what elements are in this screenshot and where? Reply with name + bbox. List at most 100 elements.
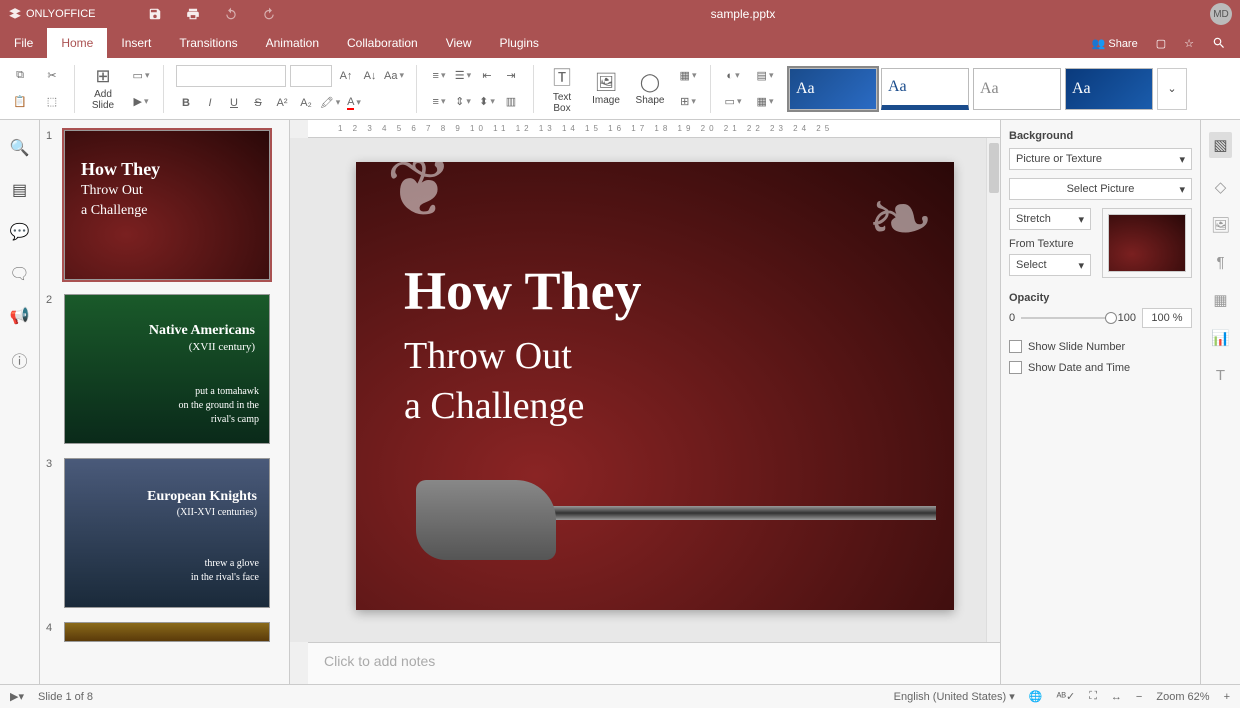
- select-picture-button[interactable]: Select Picture▾: [1009, 178, 1192, 200]
- opacity-input[interactable]: 100 %: [1142, 308, 1192, 328]
- set-language-icon[interactable]: 🌐: [1029, 690, 1043, 703]
- italic-icon[interactable]: I: [200, 93, 220, 113]
- undo-icon[interactable]: [224, 7, 238, 21]
- tab-transitions[interactable]: Transitions: [165, 28, 251, 58]
- text-box-button[interactable]: 🅃 Text Box: [542, 65, 582, 113]
- theme-more[interactable]: ⌄: [1157, 68, 1187, 110]
- chart-settings-icon[interactable]: 📊: [1211, 329, 1230, 347]
- underline-icon[interactable]: U: [224, 93, 244, 113]
- align-objects-icon[interactable]: ⊞: [678, 92, 698, 112]
- slide-canvas[interactable]: ❦ ❧ How They Throw Out a Challenge: [356, 162, 954, 610]
- shape-fill-icon[interactable]: ◐: [723, 66, 743, 86]
- align-left-icon[interactable]: ≡: [429, 92, 449, 112]
- add-slide-button[interactable]: ⊞ Add Slide: [83, 65, 123, 113]
- copy-icon[interactable]: ⧉: [10, 66, 30, 86]
- cut-icon[interactable]: ✂: [42, 66, 62, 86]
- tab-view[interactable]: View: [432, 28, 486, 58]
- feedback-icon[interactable]: 📢: [10, 306, 30, 326]
- theme-4[interactable]: Aa: [1065, 68, 1153, 110]
- textart-settings-icon[interactable]: T: [1216, 367, 1225, 384]
- comments-icon[interactable]: 💬: [10, 222, 30, 242]
- opacity-slider[interactable]: [1021, 317, 1112, 319]
- canvas-scroll[interactable]: ❦ ❧ How They Throw Out a Challenge: [290, 138, 1000, 642]
- superscript-icon[interactable]: A²: [272, 93, 292, 113]
- table-settings-icon[interactable]: ▦: [1213, 291, 1227, 309]
- zoom-out-icon[interactable]: −: [1136, 691, 1142, 703]
- layout-icon[interactable]: ▭: [131, 66, 151, 86]
- increase-font-icon[interactable]: A↑: [336, 66, 356, 86]
- tab-plugins[interactable]: Plugins: [486, 28, 553, 58]
- fill-type-select[interactable]: Picture or Texture▾: [1009, 148, 1192, 170]
- font-size-select[interactable]: [290, 65, 332, 87]
- indent-dec-icon[interactable]: ⇤: [477, 66, 497, 86]
- fit-page-icon[interactable]: ⛶: [1089, 690, 1097, 703]
- slide-title-line1[interactable]: How They: [404, 260, 642, 322]
- find-icon[interactable]: 🔍: [10, 138, 30, 158]
- open-location-icon[interactable]: ▢: [1156, 37, 1166, 50]
- arrange-icon[interactable]: ▦: [678, 66, 698, 86]
- tab-insert[interactable]: Insert: [107, 28, 165, 58]
- line-spacing-icon[interactable]: ⇕: [453, 92, 473, 112]
- stretch-select[interactable]: Stretch▾: [1009, 208, 1091, 230]
- slide-settings-icon[interactable]: ▧: [1209, 132, 1231, 158]
- thumbnails-icon[interactable]: ▤: [12, 180, 27, 200]
- highlight-icon[interactable]: 🖍: [320, 93, 340, 113]
- subscript-icon[interactable]: A₂: [296, 93, 316, 113]
- font-family-select[interactable]: [176, 65, 286, 87]
- about-icon[interactable]: ⓘ: [11, 348, 27, 372]
- bullets-icon[interactable]: ≡: [429, 66, 449, 86]
- bold-icon[interactable]: B: [176, 93, 196, 113]
- theme-2[interactable]: Aa: [881, 68, 969, 110]
- slide-thumb-4[interactable]: [64, 622, 270, 642]
- change-case-icon[interactable]: Aa: [384, 66, 404, 86]
- zoom-level[interactable]: Zoom 62%: [1156, 691, 1209, 703]
- decrease-font-icon[interactable]: A↓: [360, 66, 380, 86]
- texture-select[interactable]: Select▾: [1009, 254, 1091, 276]
- shape-button[interactable]: ◯ Shape: [630, 65, 670, 113]
- slide-title-line3[interactable]: a Challenge: [404, 384, 584, 428]
- slide-settings-icon[interactable]: ▦: [755, 92, 775, 112]
- slide-thumb-3[interactable]: European Knights (XII-XVI centuries) thr…: [64, 458, 270, 608]
- theme-1[interactable]: Aa: [789, 68, 877, 110]
- color-scheme-icon[interactable]: ▤: [755, 66, 775, 86]
- indent-inc-icon[interactable]: ⇥: [501, 66, 521, 86]
- paste-icon[interactable]: 📋: [10, 92, 30, 112]
- valign-icon[interactable]: ⬍: [477, 92, 497, 112]
- image-settings-icon[interactable]: 🖼: [1211, 216, 1230, 234]
- strike-icon[interactable]: S: [248, 93, 268, 113]
- columns-icon[interactable]: ▥: [501, 92, 521, 112]
- share-button[interactable]: 👥 Share: [1092, 37, 1138, 50]
- fit-width-icon[interactable]: ↔: [1111, 691, 1122, 703]
- notes-area[interactable]: Click to add notes: [308, 642, 1000, 684]
- paragraph-settings-icon[interactable]: ¶: [1216, 254, 1224, 271]
- numbering-icon[interactable]: ☰: [453, 66, 473, 86]
- slide-thumb-2[interactable]: Native Americans (XVII century) put a to…: [64, 294, 270, 444]
- language-selector[interactable]: English (United States) ▾: [894, 690, 1015, 703]
- zoom-in-icon[interactable]: +: [1224, 691, 1230, 703]
- image-button[interactable]: 🖼 Image: [586, 65, 626, 113]
- tab-file[interactable]: File: [0, 28, 47, 58]
- show-slide-number-checkbox[interactable]: Show Slide Number: [1009, 340, 1192, 353]
- print-icon[interactable]: [186, 7, 200, 21]
- tab-home[interactable]: Home: [47, 28, 107, 58]
- play-icon[interactable]: ▶: [131, 92, 151, 112]
- presentation-mode-icon[interactable]: ▶▾: [10, 690, 24, 703]
- slide-title-line2[interactable]: Throw Out: [404, 334, 572, 378]
- slide-thumb-1[interactable]: How They Throw Out a Challenge: [64, 130, 270, 280]
- favorite-icon[interactable]: ☆: [1184, 37, 1194, 50]
- select-icon[interactable]: ⬚: [42, 92, 62, 112]
- slide-size-icon[interactable]: ▭: [723, 92, 743, 112]
- save-icon[interactable]: [148, 7, 162, 21]
- vertical-scrollbar[interactable]: [986, 138, 1000, 642]
- show-date-time-checkbox[interactable]: Show Date and Time: [1009, 361, 1192, 374]
- font-color-icon[interactable]: A: [344, 93, 364, 113]
- search-icon[interactable]: [1212, 36, 1226, 50]
- redo-icon[interactable]: [262, 7, 276, 21]
- tab-collaboration[interactable]: Collaboration: [333, 28, 432, 58]
- chat-icon[interactable]: 🗨: [9, 264, 29, 284]
- theme-3[interactable]: Aa: [973, 68, 1061, 110]
- tab-animation[interactable]: Animation: [252, 28, 333, 58]
- spellcheck-icon[interactable]: ᴬᴮ✓: [1056, 690, 1075, 703]
- slide-panel[interactable]: 1 How They Throw Out a Challenge 2 Nativ…: [40, 120, 290, 684]
- user-avatar[interactable]: MD: [1210, 3, 1232, 25]
